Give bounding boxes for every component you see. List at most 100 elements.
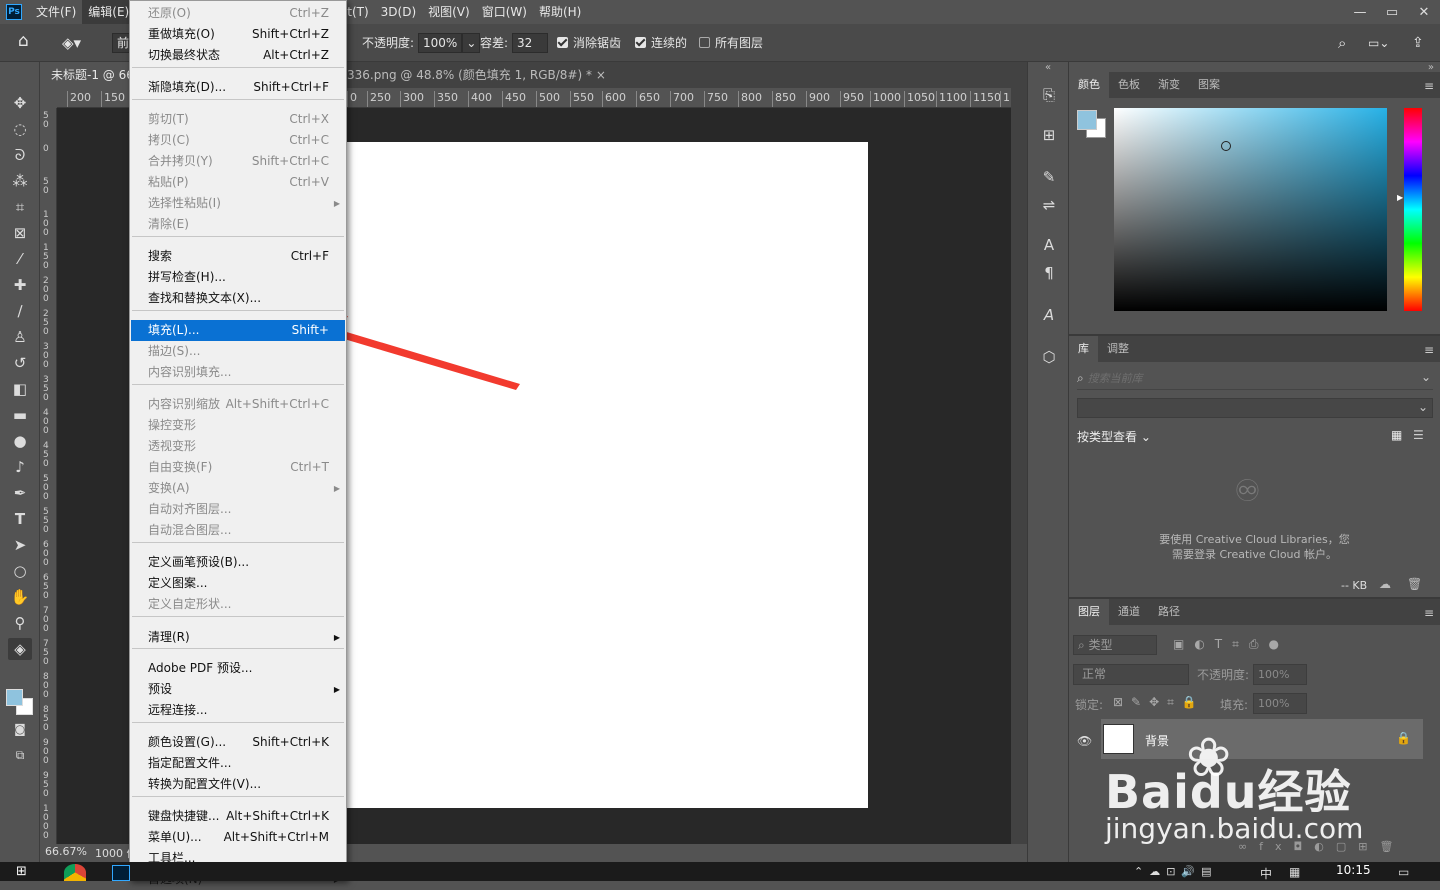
layer-opacity-field[interactable]: 100% bbox=[1253, 664, 1307, 685]
stamp-tool-icon[interactable]: ♙ bbox=[8, 326, 32, 348]
menu-item[interactable]: 重做填充(O) Shift+Ctrl+Z bbox=[131, 24, 345, 45]
home-icon[interactable]: ⌂ bbox=[18, 31, 29, 51]
menu-item[interactable]: 键盘快捷键... Alt+Shift+Ctrl+K bbox=[131, 806, 345, 827]
layer-filter-select[interactable]: ⌕ 类型 bbox=[1073, 635, 1157, 655]
lock-icons[interactable]: ⊠✎✥⌗🔒 bbox=[1113, 695, 1205, 710]
foreground-swatch[interactable] bbox=[1077, 110, 1097, 130]
pen-tool-icon[interactable]: ✒ bbox=[8, 482, 32, 504]
3d-icon[interactable]: ⬡ bbox=[1038, 346, 1060, 368]
tab-channels[interactable]: 通道 bbox=[1109, 599, 1149, 625]
menu-item[interactable]: 查找和替换文本(X)... bbox=[131, 288, 345, 309]
glyphs-icon[interactable]: A bbox=[1038, 304, 1060, 326]
menu-edit[interactable]: 编辑(E) bbox=[82, 0, 136, 24]
quick-mask-icon[interactable]: ◙ bbox=[8, 718, 32, 740]
panel-menu-icon[interactable]: ≡ bbox=[1424, 343, 1434, 357]
lasso-tool-icon[interactable]: ᘐ bbox=[8, 144, 32, 166]
eyedropper-tool-icon[interactable]: ⁄ bbox=[8, 248, 32, 270]
menu-item[interactable]: 拼写检查(H)... bbox=[131, 267, 345, 288]
menu-window[interactable]: 窗口(W) bbox=[476, 0, 533, 24]
adjustments-icon[interactable]: ⇌ bbox=[1038, 194, 1060, 216]
menu-file[interactable]: 文件(F) bbox=[30, 0, 82, 24]
zoom-level[interactable]: 66.67% bbox=[45, 845, 87, 858]
screen-mode-icon[interactable]: ⧉ bbox=[8, 744, 32, 766]
menu-item[interactable]: 转换为配置文件(V)... bbox=[131, 774, 345, 795]
system-tray-icons[interactable]: ⌃☁⊡🔊▤ bbox=[1134, 865, 1218, 878]
close-button[interactable]: ✕ bbox=[1408, 0, 1440, 24]
collapse-icon[interactable]: « bbox=[1045, 62, 1051, 73]
tab-image-336[interactable]: 336.png @ 48.8% (颜色填充 1, RGB/8#) * × bbox=[337, 62, 616, 88]
frame-tool-icon[interactable]: ⊠ bbox=[8, 222, 32, 244]
tab-untitled-1[interactable]: 未标题-1 @ 66 bbox=[41, 62, 131, 88]
menu-item[interactable]: 切换最终状态 Alt+Ctrl+Z bbox=[131, 45, 345, 66]
blend-mode-select[interactable]: 正常 bbox=[1073, 664, 1189, 685]
menu-item[interactable]: 指定配置文件... bbox=[131, 753, 345, 774]
brush-tool-icon[interactable]: ∕ bbox=[8, 300, 32, 322]
keyboard-icon[interactable]: ▦ bbox=[1289, 865, 1300, 879]
paragraph-icon[interactable]: ¶ bbox=[1038, 262, 1060, 284]
menu-item[interactable]: 渐隐填充(D)... Shift+Ctrl+F bbox=[131, 77, 345, 98]
close-icon[interactable]: × bbox=[596, 68, 606, 82]
menu-item[interactable]: 填充(L)... Shift+ bbox=[131, 320, 345, 341]
paint-bucket-tool-icon[interactable]: ◈▾ bbox=[62, 33, 81, 53]
marquee-tool-icon[interactable]: ◌ bbox=[8, 118, 32, 140]
color-picker-cursor[interactable] bbox=[1221, 141, 1231, 151]
trash-icon[interactable]: 🗑 bbox=[1407, 577, 1422, 591]
menu-help[interactable]: 帮助(H) bbox=[533, 0, 587, 24]
list-view-icon[interactable]: ☰ bbox=[1413, 428, 1424, 442]
notification-icon[interactable]: ▭ bbox=[1398, 865, 1409, 879]
tab-swatches[interactable]: 色板 bbox=[1109, 72, 1149, 98]
restore-button[interactable]: ▭ bbox=[1376, 0, 1408, 24]
layer-row-background[interactable]: 背景 🔒 bbox=[1101, 719, 1423, 759]
tab-color[interactable]: 颜色 bbox=[1069, 72, 1109, 98]
visibility-eye-icon[interactable]: 👁 bbox=[1077, 734, 1092, 748]
character-icon[interactable]: A bbox=[1038, 234, 1060, 256]
move-tool-icon[interactable]: ✥ bbox=[8, 92, 32, 114]
tab-adjustments[interactable]: 调整 bbox=[1098, 336, 1138, 362]
library-select[interactable]: ⌄ bbox=[1077, 398, 1433, 418]
hue-pointer-icon[interactable]: ▶ bbox=[1397, 193, 1403, 202]
tab-gradients[interactable]: 渐变 bbox=[1149, 72, 1189, 98]
search-icon[interactable]: ⌕ bbox=[1338, 33, 1346, 53]
history-icon[interactable]: ⎘ bbox=[1038, 84, 1060, 106]
menu-item[interactable]: 菜单(U)... Alt+Shift+Ctrl+M bbox=[131, 827, 345, 848]
tab-libraries[interactable]: 库 bbox=[1069, 336, 1098, 362]
layer-name[interactable]: 背景 bbox=[1145, 732, 1169, 749]
type-tool-icon[interactable]: T bbox=[8, 508, 32, 530]
panel-menu-icon[interactable]: ≡ bbox=[1424, 79, 1434, 93]
grid-view-icon[interactable]: ▦ bbox=[1391, 428, 1402, 442]
menu-3d[interactable]: 3D(D) bbox=[375, 0, 422, 24]
cloud-sync-icon[interactable]: ☁ bbox=[1379, 577, 1391, 591]
tab-paths[interactable]: 路径 bbox=[1149, 599, 1189, 625]
hue-slider[interactable] bbox=[1404, 108, 1422, 311]
menu-item[interactable]: 定义画笔预设(B)... bbox=[131, 552, 345, 573]
fill-field[interactable]: 100% bbox=[1253, 693, 1307, 714]
hand-tool-icon[interactable]: ✋ bbox=[8, 586, 32, 608]
share-icon[interactable]: ⇪ bbox=[1412, 33, 1424, 53]
menu-item[interactable]: 定义图案... bbox=[131, 573, 345, 594]
tolerance-field[interactable]: 32 bbox=[512, 33, 548, 53]
path-selection-tool-icon[interactable]: ➤ bbox=[8, 534, 32, 556]
chevron-down-icon[interactable]: ⌄ bbox=[1421, 370, 1431, 384]
menu-view[interactable]: 视图(V) bbox=[422, 0, 476, 24]
menu-item[interactable]: 搜索 Ctrl+F bbox=[131, 246, 345, 267]
layer-filter-icons[interactable]: ▣◐T⌗⎙● bbox=[1173, 637, 1289, 652]
menu-item[interactable]: 清理(R) ▶ bbox=[131, 627, 345, 648]
document-canvas[interactable] bbox=[340, 142, 868, 808]
anti-alias-checkbox[interactable]: 消除锯齿 bbox=[557, 33, 621, 53]
blur-tool-icon[interactable]: ● bbox=[8, 430, 32, 452]
magic-wand-tool-icon[interactable]: ⁂ bbox=[8, 170, 32, 192]
menu-item[interactable]: Adobe PDF 预设... bbox=[131, 658, 345, 679]
tab-layers[interactable]: 图层 bbox=[1069, 599, 1109, 625]
menu-item[interactable]: 预设 ▶ bbox=[131, 679, 345, 700]
eraser-tool-icon[interactable]: ◧ bbox=[8, 378, 32, 400]
windows-start-icon[interactable]: ⊞ bbox=[16, 864, 27, 879]
paint-bucket-tool-icon[interactable]: ◈ bbox=[8, 638, 32, 660]
menu-item[interactable]: 颜色设置(G)... Shift+Ctrl+K bbox=[131, 732, 345, 753]
photoshop-taskbar-icon[interactable] bbox=[112, 865, 130, 881]
contiguous-checkbox[interactable]: 连续的 bbox=[635, 33, 687, 53]
view-by-type-dropdown[interactable]: 按类型查看 ⌄ bbox=[1077, 428, 1151, 445]
all-layers-checkbox[interactable]: 所有图层 bbox=[699, 33, 763, 53]
brush-settings-icon[interactable]: ✎ bbox=[1038, 166, 1060, 188]
healing-brush-tool-icon[interactable]: ✚ bbox=[8, 274, 32, 296]
ime-indicator[interactable]: 中 bbox=[1260, 865, 1272, 882]
